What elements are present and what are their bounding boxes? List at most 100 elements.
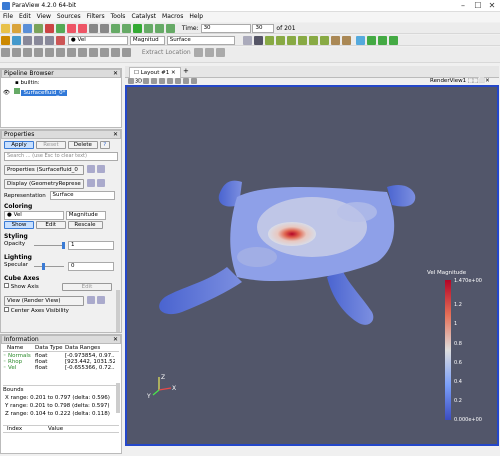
properties-section-toggle[interactable]: Properties (Surfacefluid_0: [4, 164, 84, 175]
next-frame-icon[interactable]: [144, 24, 153, 33]
interaction-mode-icon[interactable]: [355, 36, 365, 45]
extract-level-icon[interactable]: [111, 48, 120, 57]
representation-select[interactable]: Surface: [166, 36, 235, 45]
clear-selection-icon[interactable]: [191, 78, 198, 84]
save-state-icon[interactable]: [34, 24, 43, 33]
undo-icon[interactable]: [67, 24, 76, 33]
pipeline-root[interactable]: ▪ builtin:: [1, 78, 121, 86]
last-frame-icon[interactable]: [155, 24, 164, 33]
camera-redo-icon[interactable]: [100, 24, 109, 33]
menu-file[interactable]: File: [0, 12, 16, 22]
component-select[interactable]: Magnitud: [129, 36, 165, 45]
camera-icon[interactable]: [143, 78, 150, 84]
show-scalar-bar-button[interactable]: Show: [4, 221, 34, 229]
calculator-icon[interactable]: [1, 48, 10, 57]
rotate-90-icon[interactable]: [330, 36, 340, 45]
close-button[interactable]: ✕: [485, 1, 499, 11]
add-tab-button[interactable]: +: [183, 67, 189, 75]
warp-icon[interactable]: [89, 48, 98, 57]
cube-axes-edit-button[interactable]: Edit: [62, 283, 112, 291]
disconnect-icon[interactable]: [56, 24, 65, 33]
close-panel-icon[interactable]: ✕: [113, 70, 118, 78]
view-section-toggle[interactable]: View (Render View): [4, 295, 84, 306]
maximize-button[interactable]: ☐: [471, 1, 485, 11]
close-tab-icon[interactable]: ✕: [171, 70, 176, 76]
specular-slider-handle[interactable]: [42, 263, 45, 270]
menu-filters[interactable]: Filters: [84, 12, 108, 22]
stream-tracer-icon[interactable]: [78, 48, 87, 57]
help-button[interactable]: ?: [99, 141, 110, 149]
connect-icon[interactable]: [45, 24, 54, 33]
plot-icon[interactable]: [204, 48, 214, 57]
redo-icon[interactable]: [78, 24, 87, 33]
group-icon[interactable]: [100, 48, 109, 57]
extract-location-icon[interactable]: [193, 48, 203, 57]
extract-selection-icon[interactable]: [122, 48, 131, 57]
minimize-button[interactable]: –: [456, 1, 470, 11]
edit-color-button[interactable]: Edit: [35, 221, 66, 229]
rescale-button[interactable]: Rescale: [67, 221, 103, 229]
color-map-icon[interactable]: [1, 36, 10, 45]
representation-combo[interactable]: Surface: [49, 191, 115, 200]
glyph-icon[interactable]: [67, 48, 76, 57]
view-minus-z-icon[interactable]: [319, 36, 329, 45]
rescale-time-icon[interactable]: [45, 36, 54, 45]
query-icon[interactable]: [215, 48, 225, 57]
gear-icon[interactable]: [86, 179, 95, 187]
view-minus-x-icon[interactable]: [275, 36, 285, 45]
view-plus-x-icon[interactable]: [264, 36, 274, 45]
apply-button[interactable]: Apply: [4, 141, 34, 149]
specular-slider[interactable]: [34, 266, 64, 267]
slice-icon[interactable]: [34, 48, 43, 57]
rescale-custom-icon[interactable]: [34, 36, 43, 45]
view-minus-y-icon[interactable]: [297, 36, 307, 45]
eye-icon[interactable]: 👁: [3, 90, 10, 96]
first-frame-icon[interactable]: [111, 24, 120, 33]
view-plus-y-icon[interactable]: [286, 36, 296, 45]
show-center-icon[interactable]: [388, 36, 398, 45]
opacity-slider[interactable]: [34, 245, 64, 246]
select-block-icon[interactable]: [175, 78, 182, 84]
contour-icon[interactable]: [12, 48, 21, 57]
search-input[interactable]: Search ... (use Esc to clear text): [4, 152, 118, 161]
menu-tools[interactable]: Tools: [108, 12, 129, 22]
3d-toggle-button[interactable]: 3D: [135, 79, 142, 85]
zoom-to-data-icon[interactable]: [253, 36, 263, 45]
clip-icon[interactable]: [23, 48, 32, 57]
extract-subset-icon[interactable]: [56, 48, 65, 57]
delete-button[interactable]: Delete: [67, 141, 98, 149]
rescale-icon[interactable]: [23, 36, 32, 45]
loop-icon[interactable]: [166, 24, 175, 33]
menu-macros[interactable]: Macros: [159, 12, 186, 22]
interactive-select-icon[interactable]: [183, 78, 190, 84]
color-array-combo[interactable]: ● Vel: [4, 211, 64, 220]
opacity-input[interactable]: 1: [68, 241, 114, 250]
properties-scrollbar[interactable]: [116, 290, 120, 332]
open-icon[interactable]: [1, 24, 10, 33]
menu-edit[interactable]: Edit: [16, 12, 34, 22]
color-mode-combo[interactable]: Magnitude: [65, 211, 106, 220]
opacity-slider-handle[interactable]: [62, 242, 65, 249]
render-view[interactable]: Z X Y Vel Magnitude 1.470e+00 1.2 1 0.8 …: [125, 85, 499, 446]
show-axis-checkbox[interactable]: [4, 283, 9, 288]
array-select[interactable]: ● Vel: [67, 36, 128, 45]
surface-render[interactable]: Z X Y: [127, 87, 497, 444]
save-icon[interactable]: [23, 24, 32, 33]
select-frustum-icon[interactable]: [167, 78, 174, 84]
save-default-icon[interactable]: [96, 165, 105, 173]
reset-camera-icon[interactable]: [242, 36, 252, 45]
select-points-icon[interactable]: [159, 78, 166, 84]
save-default-icon[interactable]: [96, 179, 105, 187]
camera-undo-icon[interactable]: [89, 24, 98, 33]
close-view-icon[interactable]: ✕: [485, 78, 490, 84]
view-plus-z-icon[interactable]: [308, 36, 318, 45]
menu-help[interactable]: Help: [186, 12, 206, 22]
view-split-icon[interactable]: [128, 78, 134, 84]
rotate-90-ccw-icon[interactable]: [341, 36, 351, 45]
time-input[interactable]: 30: [200, 24, 251, 33]
prev-frame-icon[interactable]: [122, 24, 131, 33]
save-default-icon[interactable]: [96, 296, 105, 304]
select-cells-icon[interactable]: [151, 78, 158, 84]
gear-icon[interactable]: [86, 296, 95, 304]
pick-center-icon[interactable]: [377, 36, 387, 45]
